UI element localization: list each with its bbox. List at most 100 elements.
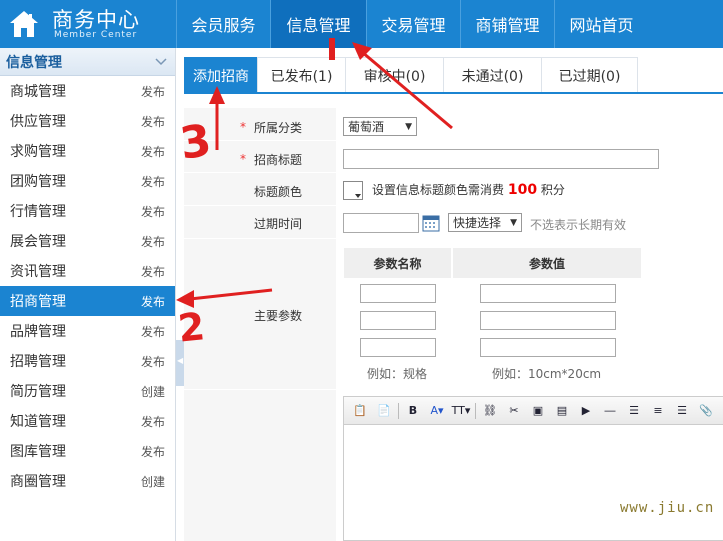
param-name-input[interactable] [360,338,436,357]
sidebar-item[interactable]: 行情管理 发布 [0,196,175,226]
sidebar-item-label: 品牌管理 [10,324,66,340]
param-value-example: 例如：10cm*20cm [492,367,602,381]
sidebar-item[interactable]: 图库管理 发布 [0,436,175,466]
sidebar-item[interactable]: 资讯管理 发布 [0,256,175,286]
param-name-example: 例如：规格 [367,367,428,381]
sidebar-item[interactable]: 团购管理 发布 [0,166,175,196]
sidebar-item[interactable]: 商城管理 发布 [0,76,175,106]
title-label: 招商标题 [254,153,303,167]
sidebar-item[interactable]: 求购管理 发布 [0,136,175,166]
font-size-icon[interactable]: TT▾ [451,402,471,420]
sidebar-item-label: 求购管理 [10,144,66,160]
param-value-input[interactable] [480,311,616,330]
category-select[interactable]: 葡萄酒 ▼ [343,117,417,136]
sidebar-item-action[interactable]: 发布 [141,353,165,370]
nav-item[interactable]: 商铺管理 [460,0,554,48]
rich-text-editor[interactable]: 📋 📄 B A▾ TT▾ ⛓ ✂ ▣ ▤ ▶ ― ☰ ≡ ☰ 📎 [343,396,723,541]
nav-item[interactable]: 信息管理 [270,0,366,48]
params-label: 主要参数 [254,309,303,323]
sidebar-item-label: 知道管理 [10,414,66,430]
sidebar-item-action[interactable]: 发布 [141,203,165,220]
tab[interactable]: 已过期(0) [541,57,638,93]
tab-bar: 添加招商 已发布(1) 审核中(0) 未通过(0) 已过期(0) [184,57,638,93]
tab[interactable]: 未通过(0) [443,57,542,93]
align-right-icon[interactable]: ☰ [672,402,692,420]
tab[interactable]: 已发布(1) [257,57,346,93]
sidebar-item-action[interactable]: 发布 [141,413,165,430]
sidebar-item-label: 招聘管理 [10,354,66,370]
sidebar-item-action[interactable]: 发布 [141,263,165,280]
sidebar-item[interactable]: 知道管理 发布 [0,406,175,436]
param-name-input[interactable] [360,284,436,303]
link-icon[interactable]: ⛓ [480,402,500,420]
sidebar-item-action[interactable]: 创建 [141,473,165,490]
sidebar-item-label: 资讯管理 [10,264,66,280]
expire-label: 过期时间 [254,217,303,231]
unlink-icon[interactable]: ✂ [504,402,524,420]
color-hint-suffix: 积分 [540,183,565,197]
sidebar-item-action[interactable]: 创建 [141,383,165,400]
sidebar-item[interactable]: 展会管理 发布 [0,226,175,256]
expire-quick-value: 快捷选择 [453,216,502,230]
sidebar-item-action[interactable]: 发布 [141,173,165,190]
image-icon[interactable]: ▣ [528,402,548,420]
param-name-input[interactable] [360,311,436,330]
calendar-icon[interactable] [422,214,440,232]
category-value: 葡萄酒 [348,120,385,134]
sidebar-item-action[interactable]: 发布 [141,113,165,130]
sidebar-item-action[interactable]: 发布 [141,83,165,100]
param-value-input[interactable] [480,338,616,357]
color-picker[interactable] [343,181,363,200]
home-icon [10,11,38,37]
nav-item[interactable]: 网站首页 [554,0,648,48]
toolbar-separator [475,402,476,419]
sidebar-item[interactable]: 商圈管理 创建 [0,466,175,496]
sidebar-item[interactable]: 供应管理 发布 [0,106,175,136]
font-color-icon[interactable]: A▾ [427,402,447,420]
dropdown-arrow-icon: ▼ [510,217,517,228]
sidebar-item-action[interactable]: 发布 [141,143,165,160]
divider [184,140,336,141]
sidebar-item[interactable]: 简历管理 创建 [0,376,175,406]
tab-underline [184,92,723,94]
sidebar-item-action[interactable]: 发布 [141,233,165,250]
sidebar-item-action[interactable]: 发布 [141,293,165,310]
nav-item[interactable]: 会员服务 [176,0,270,48]
expire-quick-select[interactable]: 快捷选择 ▼ [448,213,522,232]
dropdown-arrow-icon [355,194,361,198]
sidebar-item[interactable]: 品牌管理 发布 [0,316,175,346]
sidebar-item[interactable]: 招商管理 发布 [0,286,175,316]
color-hint: 设置信息标题颜色需消费 100 积分 [372,181,565,198]
flash-icon[interactable]: ▶ [576,402,596,420]
sidebar-header[interactable]: 信息管理 [0,48,175,76]
color-hint-prefix: 设置信息标题颜色需消费 [372,183,505,197]
hr-icon[interactable]: ― [600,402,620,420]
paste-icon[interactable]: 📋 [350,402,370,420]
tab[interactable]: 审核中(0) [345,57,444,93]
param-value-input[interactable] [480,284,616,303]
chevron-down-icon[interactable] [155,57,167,66]
bold-icon[interactable]: B [403,402,423,420]
align-left-icon[interactable]: ☰ [624,402,644,420]
paste-text-icon[interactable]: 📄 [374,402,394,420]
divider [184,389,336,390]
required-mark: * [240,152,246,166]
sidebar-collapse-handle[interactable]: ◀ [176,340,184,386]
sidebar-item-label: 图库管理 [10,444,66,460]
sidebar-item-action[interactable]: 发布 [141,443,165,460]
main-nav: 会员服务 信息管理 交易管理 商铺管理 网站首页 [176,0,648,48]
nav-item[interactable]: 交易管理 [366,0,460,48]
expire-date-input[interactable] [343,213,419,233]
toolbar-separator [398,402,399,419]
attach-icon[interactable]: 📎 [696,402,716,420]
brand-logo[interactable]: 商务中心 Member Center [0,0,176,48]
sidebar-item-label: 团购管理 [10,174,66,190]
align-center-icon[interactable]: ≡ [648,402,668,420]
sidebar-item[interactable]: 招聘管理 发布 [0,346,175,376]
sidebar-item-action[interactable]: 发布 [141,323,165,340]
sidebar-item-label: 展会管理 [10,234,66,250]
param-value-header: 参数值 [453,248,641,278]
image-upload-icon[interactable]: ▤ [552,402,572,420]
tab[interactable]: 添加招商 [184,57,258,93]
title-input[interactable] [343,149,659,169]
